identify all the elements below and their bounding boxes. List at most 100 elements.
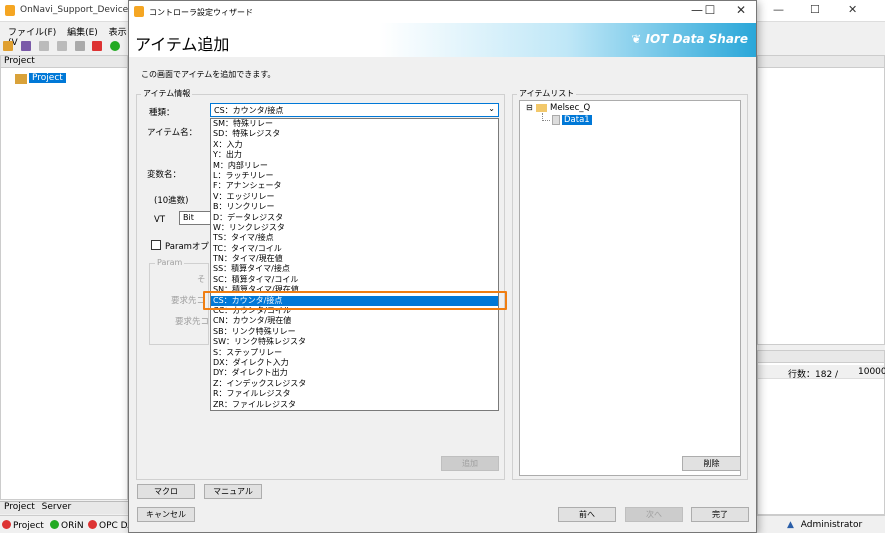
open-icon[interactable] [3,41,13,51]
dropdown-option[interactable]: V：エッジリレー [211,192,498,202]
dropdown-option[interactable]: L：ラッチリレー [211,171,498,181]
dialog-title: コントローラ設定ウィザード [149,8,253,17]
dropdown-option[interactable]: W：リンクレジスタ [211,223,498,233]
tree-root-label[interactable]: Melsec_Q [550,103,590,113]
dropdown-option[interactable]: SB：リンク特殊リレー [211,327,498,337]
wizard-logo-icon [134,6,144,17]
dropdown-option[interactable]: SM：特殊リレー [211,119,498,129]
decimal-label: (10進数) [154,196,189,206]
tree-child-label[interactable]: Data1 [562,115,592,125]
dialog-description: この画面でアイテムを追加できます。 [141,70,276,79]
type-select[interactable]: CS：カウンタ/接点 ⌄ [210,103,499,117]
item-list-label: アイテムリスト [517,88,577,99]
cancel-button[interactable]: キャンセル [137,507,195,522]
folder-icon [536,104,547,112]
close-icon[interactable]: ✕ [848,3,857,16]
dialog-header: アイテム追加 ❦ IOT Data Share [129,23,756,57]
type-label: 種類： [149,108,175,118]
delete-icon[interactable] [74,41,85,51]
project-panel: Project Project [0,55,128,500]
dialog-titlebar: コントローラ設定ウィザード — ☐ ✕ [129,1,756,23]
dialog-maximize-icon[interactable]: ☐ [696,3,724,17]
tab-project[interactable]: Project [4,502,35,512]
row-count-label: 行数：182 / [788,370,839,380]
param-faded-2: 要求先コ [171,296,206,306]
brand-icon: ❦ [631,32,642,46]
menu-file[interactable]: ファイル(F) [8,28,56,38]
chevron-down-icon: ⌄ [488,104,495,113]
dropdown-option[interactable]: Y：出力 [211,150,498,160]
dropdown-option[interactable]: Z：インデックスレジスタ [211,379,498,389]
dropdown-option[interactable]: SC：積算タイマ/コイル [211,275,498,285]
dropdown-option[interactable]: TS：タイマ/接点 [211,233,498,243]
save-icon[interactable] [20,41,31,51]
dropdown-option[interactable]: TC：タイマ/コイル [211,244,498,254]
vt-label: VT [154,215,166,225]
dropdown-option[interactable]: B：リンクリレー [211,202,498,212]
tab-server[interactable]: Server [42,502,72,512]
project-icon [15,74,27,84]
dropdown-option[interactable]: M：内部リレー [211,161,498,171]
controller-wizard-dialog: コントローラ設定ウィザード — ☐ ✕ アイテム追加 ❦ IOT Data Sh… [128,0,757,533]
right-panel-top [757,55,885,345]
param-group-label: Param [155,258,185,267]
app-logo-icon [5,5,15,16]
selection-highlight-box [203,291,507,310]
status-user: ▲ Administrator [787,520,863,530]
tree-collapse-icon[interactable]: ⊟ [526,103,533,112]
user-icon: ▲ [787,520,794,530]
dropdown-option[interactable]: SW：リンク特殊レジスタ [211,337,498,347]
bottom-tabs: Project Server [0,501,130,514]
item-name-label: アイテム名： [147,128,198,138]
dropdown-option[interactable]: X：入力 [211,140,498,150]
row-count-max: 10000 [858,367,885,377]
manual-button[interactable]: マニュアル [204,484,262,499]
dropdown-option[interactable]: DY：ダイレクト出力 [211,368,498,378]
maximize-icon[interactable]: ☐ [810,3,820,16]
item-tree[interactable]: ⊟ Melsec_Q Data1 [519,100,741,476]
dropdown-option[interactable]: F：アナンシェータ [211,181,498,191]
dropdown-option[interactable]: R：ファイルレジスタ [211,389,498,399]
finish-button[interactable]: 完了 [691,507,749,522]
variable-name-label: 変数名： [147,170,182,180]
dropdown-option[interactable]: TN：タイマ/現在値 [211,254,498,264]
status-orin[interactable]: ORiN [50,520,88,531]
paste-icon[interactable] [56,41,67,51]
stop-icon[interactable] [92,41,103,51]
menu-edit[interactable]: 編集(E) [67,28,98,38]
minimize-icon[interactable]: — [773,3,784,16]
dialog-close-icon[interactable]: ✕ [727,3,755,17]
dropdown-option[interactable]: DX：ダイレクト入力 [211,358,498,368]
dropdown-option[interactable]: S：ステップリレー [211,348,498,358]
next-button[interactable]: 次へ [625,507,683,522]
run-icon[interactable] [110,41,121,51]
copy-icon[interactable] [38,41,49,51]
item-info-label: アイテム情報 [141,88,193,99]
prev-button[interactable]: 前へ [558,507,616,522]
file-icon [552,115,560,125]
dropdown-option[interactable]: CN：カウンタ/現在値 [211,316,498,326]
right-panel-bottom: 行数：182 / 10000 [757,350,885,515]
type-select-value: CS：カウンタ/接点 [214,106,284,115]
type-dropdown-list[interactable]: SM：特殊リレー SD：特殊レジスタ X：入力 Y：出力 M：内部リレー L：ラッチリレー… [210,118,499,411]
dropdown-option[interactable]: ZR：ファイルレジスタ [211,400,498,410]
app-menubar: ファイル(F) 編集(E) 表示(V [0,22,130,48]
project-panel-header: Project [1,56,127,68]
add-button[interactable]: 追加 [441,456,499,471]
project-tree-node[interactable]: Project [11,73,66,84]
param-faded-3: 要求先コ [175,317,210,327]
app-toolbar [0,38,130,54]
dropdown-option[interactable]: SD：特殊レジスタ [211,129,498,139]
brand-logo: ❦ IOT Data Share [631,32,748,46]
page-title: アイテム追加 [135,35,230,54]
vt-select-value: Bit [183,213,194,222]
row-count: 行数：182 / 10000 [758,365,885,380]
dropdown-option[interactable]: D：データレジスタ [211,213,498,223]
project-node-label: Project [29,73,66,83]
status-project[interactable]: Project [2,520,48,531]
param-faded-1: そ [197,275,206,285]
dropdown-option[interactable]: SS：積算タイマ/接点 [211,264,498,274]
delete-button[interactable]: 削除 [682,456,741,471]
macro-button[interactable]: マクロ [137,484,195,499]
param-option-checkbox[interactable] [151,240,161,250]
